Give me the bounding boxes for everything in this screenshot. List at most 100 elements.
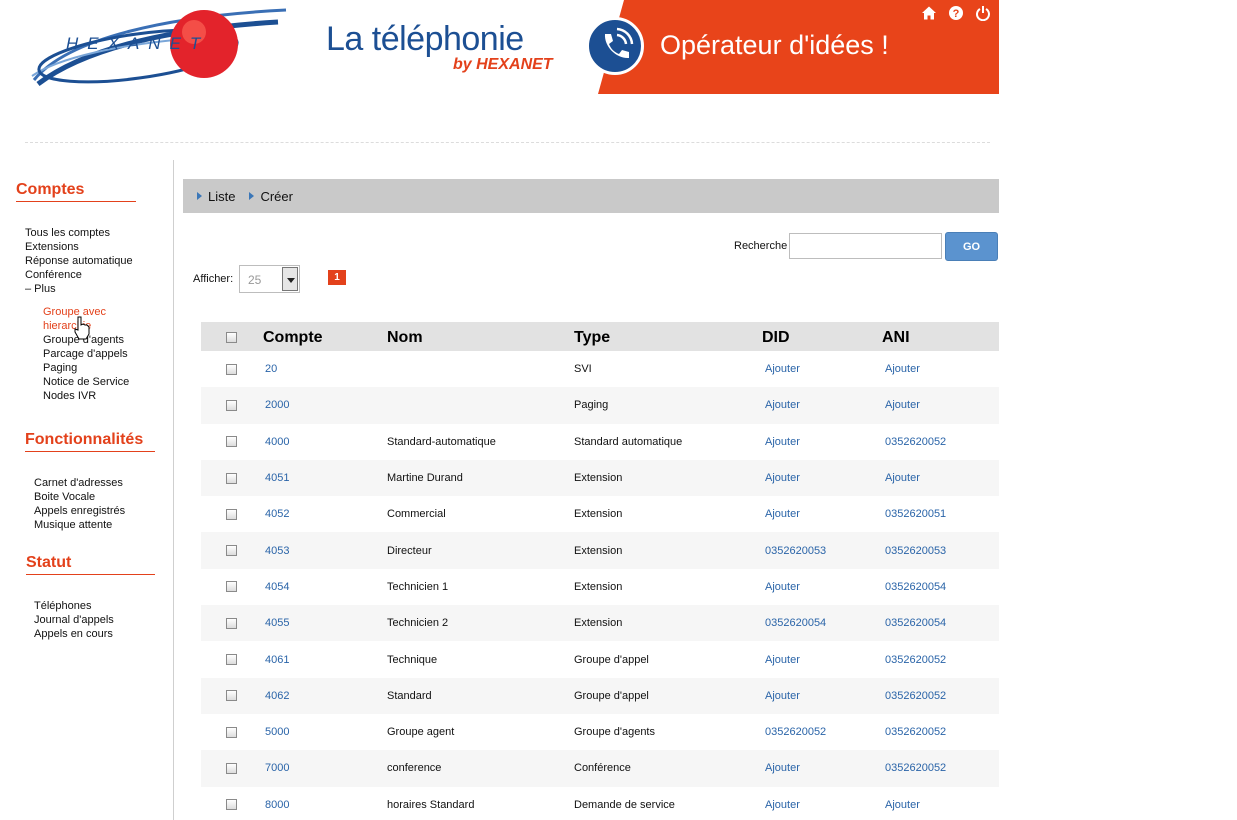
cell-did-link[interactable]: Ajouter [762,459,882,497]
table-row[interactable]: 4055 Technicien 2 Extension 0352620054 03526… [201,605,999,642]
cell-did-link[interactable]: Ajouter [762,677,882,714]
cell-ani-link[interactable]: Ajouter [882,459,999,497]
sidebar-item-extensions[interactable]: Extensions [25,240,133,254]
cell-nom: Groupe agent [384,713,574,751]
row-checkbox[interactable] [226,436,237,448]
cell-ani-link[interactable]: Ajouter [882,351,999,388]
sidebar-item-appels-enregistres[interactable]: Appels enregistrés [34,504,125,518]
cell-ani-link[interactable]: 0352620052 [882,423,999,460]
table-row[interactable]: 4052 Commercial Extension Ajouter 0352620051 [201,496,999,533]
cell-did-link[interactable]: Ajouter [762,496,882,533]
search-input[interactable] [789,233,942,259]
cell-compte-link[interactable]: 2000 [263,387,384,424]
sidebar-item-groupe-hierarchie[interactable]: Groupe avec hierarchie [43,305,123,333]
row-checkbox[interactable] [226,617,237,629]
table-row[interactable]: 20 SVI Ajouter Ajouter [201,351,999,388]
sidebar-item-tous-les-comptes[interactable]: Tous les comptes [25,226,133,240]
power-icon[interactable] [975,5,991,21]
row-checkbox[interactable] [226,581,237,593]
sidebar-item-journal-appels[interactable]: Journal d'appels [34,613,114,627]
cell-compte-link[interactable]: 7000 [263,750,384,787]
cell-compte-link[interactable]: 4053 [263,532,384,569]
row-checkbox[interactable] [226,726,237,738]
cell-did-link[interactable]: Ajouter [762,568,882,606]
sidebar-item-notice-service[interactable]: Notice de Service [43,375,129,389]
table-row[interactable]: 5000 Groupe agent Groupe d'agents 035262005… [201,713,999,751]
cell-compte-link[interactable]: 5000 [263,713,384,751]
cell-did-link[interactable]: Ajouter [762,750,882,787]
cell-did-link[interactable]: Ajouter [762,641,882,678]
cell-did-link[interactable]: 0352620054 [762,605,882,642]
row-checkbox[interactable] [226,762,237,774]
cell-ani-link[interactable]: 0352620052 [882,713,999,751]
cell-compte-link[interactable]: 4051 [263,459,384,497]
cell-ani-link[interactable]: 0352620054 [882,568,999,606]
row-checkbox[interactable] [226,472,237,484]
table-row[interactable]: 4061 Technique Groupe d'appel Ajouter 035262… [201,641,999,678]
table-row[interactable]: 2000 Paging Ajouter Ajouter [201,387,999,424]
sidebar-item-plus[interactable]: – Plus [25,282,133,296]
table-row[interactable]: 4051 Martine Durand Extension Ajouter Ajoute… [201,459,999,497]
sidebar-item-carnet-adresses[interactable]: Carnet d'adresses [34,476,125,490]
cell-compte-link[interactable]: 4054 [263,568,384,606]
cell-compte-link[interactable]: 4052 [263,496,384,533]
go-button[interactable]: GO [945,232,998,261]
sidebar-item-groupe-agents[interactable]: Groupe d'agents [43,333,129,347]
cell-did-link[interactable]: Ajouter [762,387,882,424]
help-icon[interactable]: ? [948,5,964,21]
tab-liste[interactable]: Liste [197,189,235,204]
cell-ani-link[interactable]: 0352620052 [882,641,999,678]
table-row[interactable]: 7000 conference Conférence Ajouter 035262005… [201,750,999,787]
row-checkbox[interactable] [226,690,237,702]
cell-ani-link[interactable]: 0352620053 [882,532,999,569]
cell-ani-link[interactable]: 0352620051 [882,496,999,533]
table-row[interactable]: 4053 Directeur Extension 0352620053 03526200… [201,532,999,569]
column-header-compte[interactable]: Compte [263,322,384,351]
page-size-select[interactable]: 25 [239,265,300,293]
page-number-1[interactable]: 1 [328,270,346,285]
cell-compte-link[interactable]: 4000 [263,423,384,460]
table-row[interactable]: 8000 horaires Standard Demande de service A… [201,786,999,820]
sidebar-item-nodes-ivr[interactable]: Nodes IVR [43,389,129,403]
column-header-type[interactable]: Type [574,322,762,351]
cell-ani-link[interactable]: 0352620052 [882,677,999,714]
cell-did-link[interactable]: 0352620053 [762,532,882,569]
tab-creer[interactable]: Créer [249,189,293,204]
select-all-checkbox[interactable] [226,332,237,343]
sidebar-item-appels-en-cours[interactable]: Appels en cours [34,627,114,641]
row-checkbox[interactable] [226,545,237,557]
cell-ani-link[interactable]: Ajouter [882,786,999,820]
column-header-nom[interactable]: Nom [384,322,574,351]
cell-compte-link[interactable]: 8000 [263,786,384,820]
sidebar-item-reponse-automatique[interactable]: Réponse automatique [25,254,133,268]
cell-ani-link[interactable]: 0352620052 [882,750,999,787]
sidebar-item-musique-attente[interactable]: Musique attente [34,518,125,532]
row-checkbox[interactable] [226,508,237,520]
row-checkbox[interactable] [226,399,237,411]
row-checkbox[interactable] [226,363,237,375]
cell-ani-link[interactable]: Ajouter [882,387,999,424]
table-row[interactable]: 4062 Standard Groupe d'appel Ajouter 0352620… [201,677,999,714]
cell-compte-link[interactable]: 4062 [263,677,384,714]
table-row[interactable]: 4000 Standard-automatique Standard automat… [201,423,999,460]
column-header-ani[interactable]: ANI [882,322,999,351]
sidebar-item-paging[interactable]: Paging [43,361,129,375]
cell-ani-link[interactable]: 0352620054 [882,605,999,642]
sidebar-item-conference[interactable]: Conférence [25,268,133,282]
sidebar-item-boite-vocale[interactable]: Boite Vocale [34,490,125,504]
cell-did-link[interactable]: Ajouter [762,786,882,820]
cell-did-link[interactable]: 0352620052 [762,713,882,751]
cell-compte-link[interactable]: 4061 [263,641,384,678]
row-checkbox[interactable] [226,799,237,811]
sidebar-item-telephones[interactable]: Téléphones [34,599,114,613]
cell-did-link[interactable]: Ajouter [762,351,882,388]
home-icon[interactable] [921,5,937,21]
sidebar-item-parcage-appels[interactable]: Parcage d'appels [43,347,129,361]
row-checkbox[interactable] [226,654,237,666]
chevron-down-icon[interactable] [282,267,298,291]
column-header-did[interactable]: DID [762,322,882,351]
table-row[interactable]: 4054 Technicien 1 Extension Ajouter 03526200… [201,568,999,606]
cell-compte-link[interactable]: 4055 [263,605,384,642]
cell-did-link[interactable]: Ajouter [762,423,882,460]
cell-compte-link[interactable]: 20 [263,351,384,388]
